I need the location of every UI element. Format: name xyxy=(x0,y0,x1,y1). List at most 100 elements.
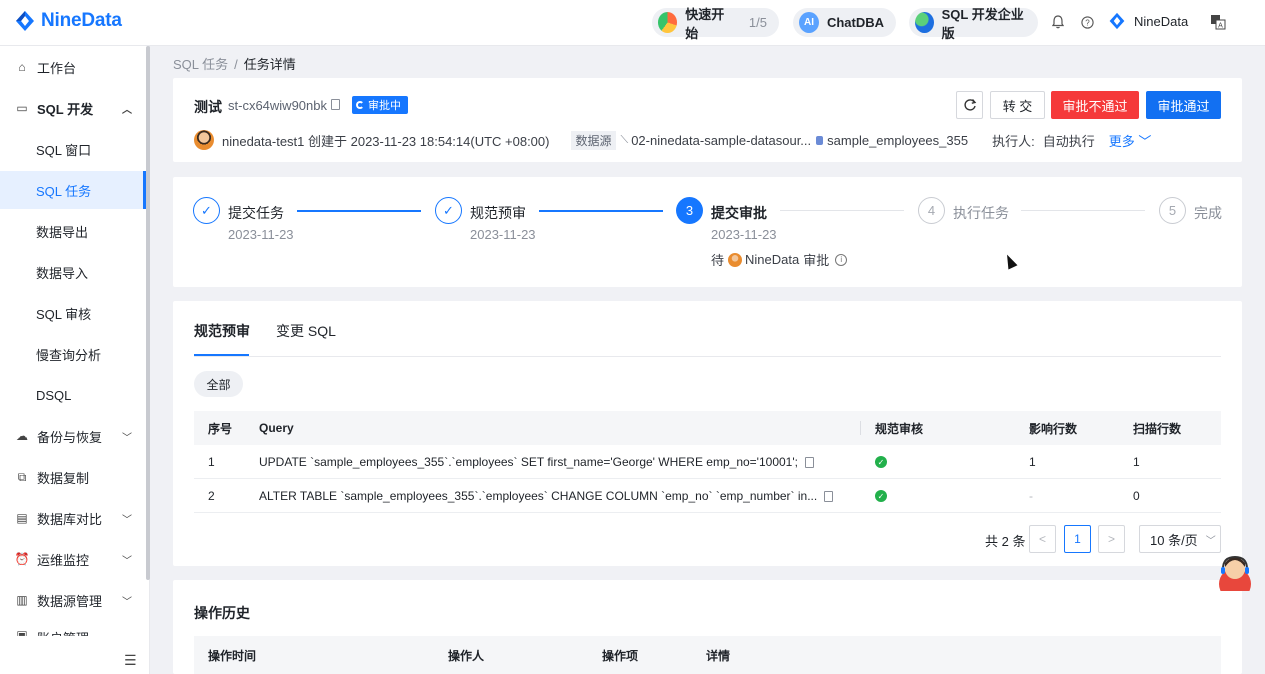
loading-icon xyxy=(356,101,364,109)
step-2-title: 规范预审 xyxy=(470,205,526,221)
backup-icon: ☁ xyxy=(16,429,28,443)
nav-monitoring[interactable]: ⏰ 运维监控 ﹀ xyxy=(0,540,146,578)
ninedata-logo-icon xyxy=(16,11,34,31)
tab-ink-bar xyxy=(194,354,249,356)
table-row[interactable]: 1 UPDATE `sample_employees_355`.`employe… xyxy=(194,445,1221,479)
task-id: st-cx64wiw90nbk xyxy=(228,98,340,113)
home-icon: ⌂ xyxy=(18,60,26,74)
breadcrumb: SQL 任务 / 任务详情 xyxy=(173,54,296,73)
col-lint: 规范审核 xyxy=(875,421,924,436)
table-header: 序号 Query 规范审核 影响行数 扫描行数 xyxy=(194,411,1221,445)
more-link[interactable]: 更多 ﹀ xyxy=(1109,131,1152,150)
task-id-text: st-cx64wiw90nbk xyxy=(228,98,327,113)
chevron-down-icon: ﹀ xyxy=(122,514,132,526)
refresh-button[interactable] xyxy=(956,91,983,119)
nav-data-import[interactable]: 数据导入 xyxy=(0,253,146,291)
nav-label: 慢查询分析 xyxy=(36,347,102,363)
chevron-down-icon: ﹀ xyxy=(122,432,132,444)
compare-icon: ▤ xyxy=(16,511,28,525)
brand-name: NineData xyxy=(41,10,122,31)
step-4-number: 4 xyxy=(918,197,945,224)
quickstart-button[interactable]: 快速开始 1/5 xyxy=(652,7,779,41)
row-affected: - xyxy=(1029,489,1033,503)
nav-sql-review[interactable]: SQL 审核 xyxy=(0,294,146,332)
tab-change-sql[interactable]: 变更 SQL xyxy=(276,321,336,341)
step-2-date: 2023-11-23 xyxy=(470,227,536,242)
brand-logo[interactable]: NineData xyxy=(14,10,122,32)
quickstart-count: 1/5 xyxy=(748,15,767,30)
nav-label: SQL 任务 xyxy=(36,183,92,199)
col-query: Query xyxy=(259,421,294,435)
next-page-button[interactable]: > xyxy=(1098,525,1125,553)
sidebar-scrollbar[interactable] xyxy=(146,46,150,580)
row-scanned: 0 xyxy=(1133,489,1140,503)
pending-approver: 待 NineData 审批 i xyxy=(711,250,848,269)
nav-label: SQL 审核 xyxy=(36,306,92,322)
edition-button[interactable]: SQL 开发企业版 xyxy=(909,7,1038,41)
support-agent-icon[interactable] xyxy=(1218,551,1252,591)
chatdba-button[interactable]: AI ChatDBA xyxy=(793,8,896,37)
nav-data-export[interactable]: 数据导出 xyxy=(0,212,146,250)
step-1-check-icon: ✓ xyxy=(193,197,220,224)
reject-button[interactable]: 审批不通过 xyxy=(1051,91,1139,119)
step-3-number: 3 xyxy=(676,197,703,224)
step-connector xyxy=(297,210,421,212)
filter-all-button[interactable]: 全部 xyxy=(194,371,243,397)
collapse-menu-icon[interactable]: ☰ xyxy=(124,652,137,669)
nav-label: DSQL xyxy=(36,387,72,403)
chevron-up-icon: ︿ xyxy=(122,104,132,116)
check-circle-icon: ✓ xyxy=(875,456,887,468)
edition-label: SQL 开发企业版 xyxy=(941,6,1024,41)
nav-label: 数据复制 xyxy=(37,470,90,486)
help-icon[interactable]: ? xyxy=(1079,14,1095,30)
nav-slow-query[interactable]: 慢查询分析 xyxy=(0,335,146,373)
quickstart-icon xyxy=(658,12,678,33)
step-connector xyxy=(539,210,663,212)
nav-datasource[interactable]: ▥ 数据源管理 ﹀ xyxy=(0,581,146,619)
nav-sql-dev[interactable]: ▭ SQL 开发 ︿ xyxy=(0,89,146,127)
row-scanned: 1 xyxy=(1133,455,1140,469)
tab-precheck[interactable]: 规范预审 xyxy=(194,321,250,341)
task-title: 测试 xyxy=(194,99,222,115)
step-5-number: 5 xyxy=(1159,197,1186,224)
prev-page-button[interactable]: < xyxy=(1029,525,1056,553)
chevron-down-icon: ﹀ xyxy=(122,555,132,567)
col-op-time: 操作时间 xyxy=(208,648,257,663)
nav-workbench[interactable]: ⌂ 工作台 xyxy=(0,48,146,86)
ai-icon: AI xyxy=(799,12,819,33)
executor-label: 执行人: xyxy=(992,133,1035,149)
nav-backup[interactable]: ☁ 备份与恢复 ﹀ xyxy=(0,417,146,455)
datasource-tag: 数据源 xyxy=(571,130,616,150)
page-1-button[interactable]: 1 xyxy=(1064,525,1091,553)
creator-info: ninedata-test1 创建于 2023-11-23 18:54:14(U… xyxy=(222,133,550,149)
nav-replication[interactable]: ⧉ 数据复制 xyxy=(0,458,146,496)
language-icon[interactable]: A xyxy=(1209,14,1227,30)
history-title: 操作历史 xyxy=(194,605,250,621)
nav-db-compare[interactable]: ▤ 数据库对比 ﹀ xyxy=(0,499,146,537)
nav-label: 数据库对比 xyxy=(37,511,103,527)
review-card: 规范预审 变更 SQL 全部 序号 Query 规范审核 影响行数 扫描行数 1… xyxy=(173,301,1242,566)
approve-button[interactable]: 审批通过 xyxy=(1146,91,1221,119)
nav-sql-window[interactable]: SQL 窗口 xyxy=(0,130,146,168)
copy-icon[interactable] xyxy=(330,99,340,110)
nav-dsql[interactable]: DSQL xyxy=(0,376,146,414)
table-row[interactable]: 2 ALTER TABLE `sample_employees_355`.`em… xyxy=(194,479,1221,513)
page-size-select[interactable]: 10 条/页 ﹀ xyxy=(1139,525,1221,553)
datasource-name[interactable]: 02-ninedata-sample-datasour... xyxy=(631,133,811,148)
row-no: 2 xyxy=(208,489,215,503)
database-name[interactable]: sample_employees_355 xyxy=(827,133,968,148)
copy-icon[interactable] xyxy=(824,490,834,502)
monitor-icon: ▭ xyxy=(16,101,28,115)
tab-bar: 规范预审 变更 SQL xyxy=(194,319,1221,357)
history-table-header: 操作时间 操作人 操作项 详情 xyxy=(194,636,1221,674)
info-icon[interactable]: i xyxy=(835,253,848,266)
top-bar: NineData 快速开始 1/5 AI ChatDBA SQL 开发企业版 ?… xyxy=(0,0,1265,46)
transfer-button[interactable]: 转 交 xyxy=(990,91,1045,119)
copy-icon[interactable] xyxy=(804,456,814,468)
user-menu[interactable]: NineData xyxy=(1108,12,1188,30)
chevron-down-icon: ﹀ xyxy=(1138,133,1152,149)
nav-label: 工作台 xyxy=(37,60,77,76)
nav-sql-task[interactable]: SQL 任务 xyxy=(0,171,146,209)
bell-icon[interactable] xyxy=(1050,14,1066,30)
breadcrumb-parent[interactable]: SQL 任务 xyxy=(173,57,228,72)
